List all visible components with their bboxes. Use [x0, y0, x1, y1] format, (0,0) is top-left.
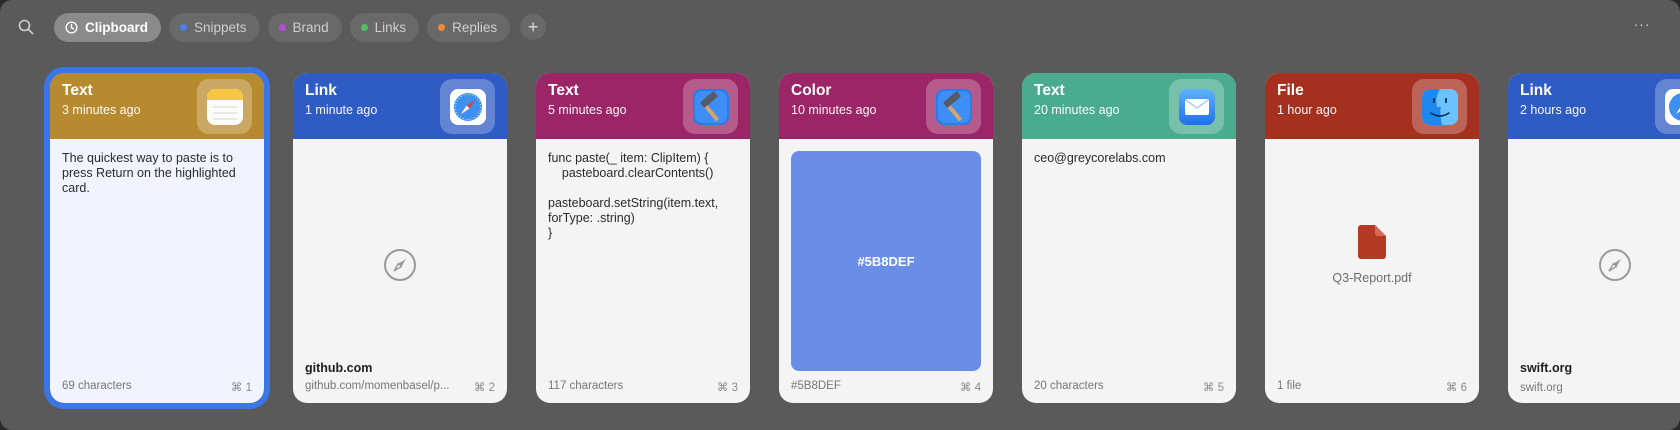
link-url: swift.org — [1520, 382, 1563, 394]
tab-label: Brand — [292, 20, 329, 35]
card-body: The quickest way to paste is to press Re… — [50, 139, 264, 403]
card-header: File 1 hour ago — [1265, 73, 1479, 139]
more-options-button[interactable]: ··· — [1630, 16, 1654, 38]
card-preview-text: The quickest way to paste is to press Re… — [62, 151, 240, 195]
card-body: ceo@greycorelabs.com — [1022, 139, 1236, 403]
swatch-hex-label: #5B8DEF — [857, 253, 915, 269]
brand-color-dot — [278, 24, 286, 31]
card-footer: 117 characters ⌘ 3 — [548, 380, 738, 394]
tab-label: Links — [374, 20, 407, 35]
card-header: Text 3 minutes ago — [50, 73, 264, 139]
card-footer: #5B8DEF ⌘ 4 — [791, 380, 981, 394]
tab-brand[interactable]: Brand — [267, 13, 342, 42]
file-preview: Q3-Report.pdf — [1265, 225, 1479, 286]
clipboard-window: Clipboard Snippets Brand Links Replies + — [0, 0, 1680, 430]
snippets-color-dot — [180, 24, 187, 31]
tab-links[interactable]: Links — [349, 13, 420, 42]
color-swatch: #5B8DEF — [791, 151, 981, 371]
tab-label: Replies — [452, 20, 498, 35]
card-preview-text: func paste(_ item: ClipItem) { pasteboar… — [548, 151, 719, 240]
xcode-app-icon — [683, 79, 738, 134]
card-footer: 1 file ⌘ 6 — [1277, 380, 1467, 394]
add-tab-button[interactable]: + — [520, 14, 547, 40]
card-footer: 20 characters ⌘ 5 — [1034, 380, 1224, 394]
clip-card[interactable]: Color 10 minutes ago #5B8DEF #5B8DEF ⌘ 4 — [779, 73, 993, 403]
card-header: Link 2 hours ago — [1508, 73, 1680, 139]
clip-card[interactable]: File 1 hour ago Q3-Report.pdf 1 file ⌘ 6 — [1265, 73, 1479, 403]
card-header: Color 10 minutes ago — [779, 73, 993, 139]
card-meta: 69 characters — [62, 380, 132, 392]
replies-color-dot — [438, 24, 446, 31]
tab-label: Snippets — [194, 20, 247, 35]
xcode-app-icon — [926, 79, 981, 134]
plus-icon: + — [527, 16, 539, 37]
document-icon — [1358, 225, 1386, 259]
clip-card[interactable]: Text 5 minutes ago func paste(_ item: Cl… — [536, 73, 750, 403]
card-shortcut: ⌘ 1 — [230, 382, 252, 394]
card-header: Link 1 minute ago — [293, 73, 507, 139]
card-header: Text 20 minutes ago — [1022, 73, 1236, 139]
links-color-dot — [360, 24, 368, 31]
top-bar: Clipboard Snippets Brand Links Replies + — [0, 0, 1680, 56]
search-icon — [18, 19, 34, 35]
tab-label: Clipboard — [85, 20, 148, 35]
ellipsis-icon: ··· — [1633, 16, 1651, 32]
clip-card[interactable]: Link 2 hours ago swift.org swift.org — [1508, 73, 1680, 403]
compass-icon — [382, 247, 418, 287]
card-meta: 117 characters — [548, 380, 624, 392]
card-body: func paste(_ item: ClipItem) { pasteboar… — [536, 139, 750, 403]
clock-icon — [65, 21, 78, 34]
search-button[interactable] — [14, 15, 38, 39]
card-meta: 1 file — [1277, 380, 1302, 392]
card-meta: 20 characters — [1034, 380, 1104, 392]
clip-card[interactable]: Text 20 minutes ago ceo@greycorelabs.com… — [1022, 73, 1236, 403]
tab-clipboard[interactable]: Clipboard — [54, 13, 161, 42]
card-body: #5B8DEF — [779, 139, 993, 403]
card-footer: github.com/momenbasel/p... ⌘ 2 — [305, 380, 495, 394]
card-footer: swift.org — [1520, 382, 1680, 394]
file-name: Q3-Report.pdf — [1332, 271, 1412, 285]
clip-card[interactable]: Text 3 minutes ago The quickest way to p… — [44, 67, 270, 409]
finder-app-icon — [1412, 79, 1467, 134]
tab-snippets[interactable]: Snippets — [169, 13, 260, 42]
clip-card[interactable]: Link 1 minute ago github.com github.com/… — [293, 73, 507, 403]
card-body: Q3-Report.pdf — [1265, 139, 1479, 403]
tab-replies[interactable]: Replies — [427, 13, 511, 42]
card-shortcut: ⌘ 4 — [959, 382, 981, 394]
safari-app-icon — [1655, 79, 1680, 134]
link-domain: swift.org — [1520, 361, 1573, 375]
tab-bar: Clipboard Snippets Brand Links Replies + — [54, 13, 547, 42]
card-preview-text: ceo@greycorelabs.com — [1034, 151, 1166, 165]
notes-app-icon — [197, 79, 252, 134]
link-domain: github.com — [305, 361, 373, 375]
card-shortcut: ⌘ 3 — [716, 382, 738, 394]
card-shortcut: ⌘ 6 — [1445, 382, 1467, 394]
card-shortcut: ⌘ 5 — [1202, 382, 1224, 394]
card-meta: #5B8DEF — [791, 380, 841, 392]
link-url: github.com/momenbasel/p... — [305, 380, 450, 392]
safari-app-icon — [440, 79, 495, 134]
mail-app-icon — [1169, 79, 1224, 134]
card-header: Text 5 minutes ago — [536, 73, 750, 139]
card-footer: 69 characters ⌘ 1 — [62, 380, 252, 394]
compass-icon — [1597, 247, 1633, 287]
card-shortcut: ⌘ 2 — [473, 382, 495, 394]
